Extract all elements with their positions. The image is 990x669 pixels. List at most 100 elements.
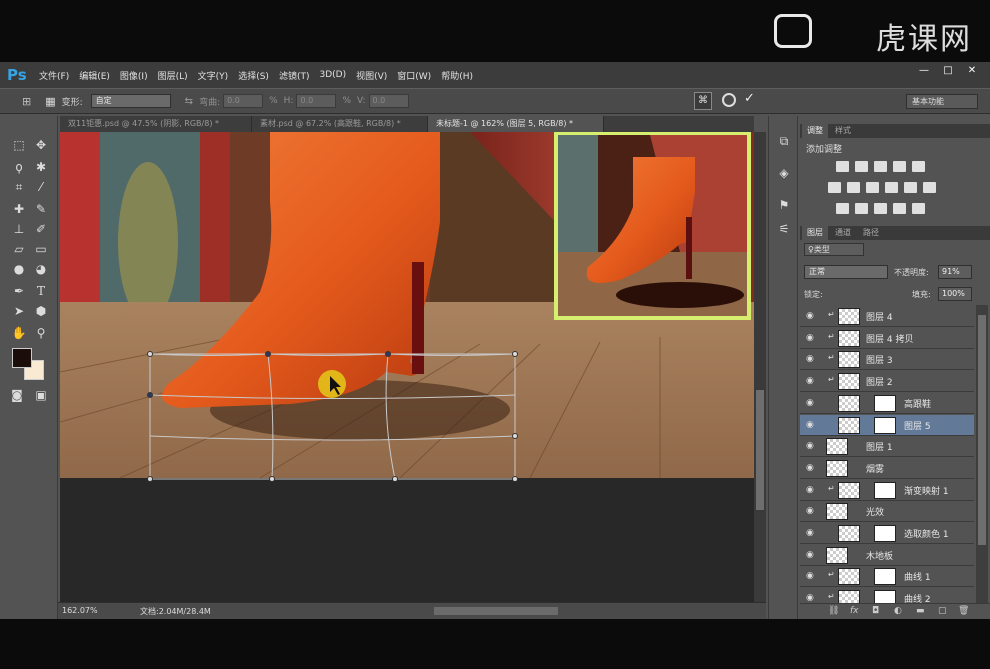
invert-icon[interactable] bbox=[836, 203, 849, 214]
type-tool-icon[interactable]: T bbox=[32, 282, 50, 300]
canvas-area[interactable] bbox=[60, 132, 754, 602]
eyedropper-tool-icon[interactable]: ⁄ bbox=[32, 178, 50, 196]
history-brush-tool-icon[interactable]: ✐ bbox=[32, 220, 50, 238]
maximize-button[interactable]: □ bbox=[942, 65, 954, 77]
opacity-field[interactable]: 91% bbox=[938, 265, 972, 279]
visibility-eye-icon[interactable]: ◉ bbox=[806, 354, 817, 364]
visibility-eye-icon[interactable]: ◉ bbox=[806, 398, 817, 408]
new-group-icon[interactable]: ▬ bbox=[916, 606, 925, 616]
menu-type[interactable]: 文字(Y) bbox=[198, 69, 229, 82]
shape-tool-icon[interactable]: ⬢ bbox=[32, 302, 50, 320]
cancel-icon[interactable] bbox=[722, 93, 736, 107]
tool-presets-icon[interactable]: ⚟ bbox=[775, 220, 793, 238]
move-tool-icon[interactable]: ✥ bbox=[32, 136, 50, 154]
color-lookup-icon[interactable] bbox=[923, 182, 936, 193]
crop-tool-icon[interactable]: ⌗ bbox=[10, 178, 28, 196]
layer-mask-thumbnail[interactable] bbox=[874, 525, 896, 542]
tab-layers[interactable]: 图层 bbox=[802, 226, 828, 240]
new-layer-icon[interactable]: ▢ bbox=[938, 606, 947, 616]
layer-row[interactable]: ◉ 木地板 bbox=[800, 544, 974, 566]
layers-scrollbar[interactable] bbox=[976, 305, 988, 605]
add-mask-icon[interactable]: ◘ bbox=[872, 606, 879, 616]
new-adjustment-icon[interactable]: ◐ bbox=[894, 606, 902, 616]
eraser-tool-icon[interactable]: ▱ bbox=[10, 240, 28, 258]
layer-row[interactable]: ◉ ↵ 图层 2 bbox=[800, 371, 974, 393]
threshold-icon[interactable] bbox=[874, 203, 887, 214]
menu-window[interactable]: 窗口(W) bbox=[397, 69, 431, 82]
layer-row[interactable]: ◉ 烟雾 bbox=[800, 457, 974, 479]
layer-row[interactable]: ◉ ↵ 图层 3 bbox=[800, 349, 974, 371]
reference-point-icon[interactable]: ▦ bbox=[45, 95, 55, 108]
warp-orientation-icon[interactable]: ⇆ bbox=[185, 96, 193, 107]
tab-paths[interactable]: 路径 bbox=[858, 226, 884, 240]
brush-presets-icon[interactable]: ⚑ bbox=[775, 196, 793, 214]
tab-untitled-1[interactable]: 未标题-1 @ 162% (图层 5, RGB/8) * bbox=[428, 116, 604, 132]
close-button[interactable]: ✕ bbox=[966, 65, 978, 77]
h-field[interactable]: 0.0 bbox=[296, 94, 337, 108]
selective-color-icon[interactable] bbox=[912, 203, 925, 214]
channel-mixer-icon[interactable] bbox=[904, 182, 917, 193]
brush-tool-icon[interactable]: ✎ bbox=[32, 200, 50, 218]
tab-double11[interactable]: 双11钜惠.psd @ 47.5% (阴影, RGB/8) * bbox=[60, 116, 252, 132]
quick-mask-icon[interactable]: ◙ bbox=[8, 386, 26, 404]
tab-styles[interactable]: 样式 bbox=[830, 124, 856, 138]
minimize-button[interactable]: — bbox=[918, 65, 930, 77]
blur-tool-icon[interactable]: ● bbox=[10, 260, 28, 278]
visibility-eye-icon[interactable]: ◉ bbox=[806, 441, 817, 451]
hue-saturation-icon[interactable] bbox=[828, 182, 841, 193]
v-field[interactable]: 0.0 bbox=[368, 94, 409, 108]
visibility-eye-icon[interactable]: ◉ bbox=[806, 333, 817, 343]
gradient-map-icon[interactable] bbox=[893, 203, 906, 214]
zoom-level[interactable]: 162.07% bbox=[62, 606, 98, 615]
vertical-scroll-thumb[interactable] bbox=[756, 390, 764, 510]
path-selection-tool-icon[interactable]: ➤ bbox=[10, 302, 28, 320]
menu-edit[interactable]: 编辑(E) bbox=[79, 69, 110, 82]
layer-mask-thumbnail[interactable] bbox=[874, 416, 896, 434]
color-balance-icon[interactable] bbox=[847, 182, 860, 193]
delete-layer-icon[interactable]: 🗑 bbox=[958, 606, 969, 616]
warp-style-select[interactable]: 自定 bbox=[90, 94, 171, 108]
visibility-eye-icon[interactable]: ◉ bbox=[806, 528, 817, 538]
fx-icon[interactable]: fx bbox=[850, 606, 859, 616]
menu-view[interactable]: 视图(V) bbox=[356, 69, 387, 82]
stamp-tool-icon[interactable]: ⊥ bbox=[10, 220, 28, 238]
blend-mode-select[interactable]: 正常 bbox=[804, 265, 888, 279]
photo-filter-icon[interactable] bbox=[885, 182, 898, 193]
foreground-color-swatch[interactable] bbox=[12, 348, 32, 368]
tab-material[interactable]: 素材.psd @ 67.2% (高跟鞋, RGB/8) * bbox=[252, 116, 428, 132]
tab-channels[interactable]: 通道 bbox=[830, 226, 856, 240]
warp-tool-icon[interactable]: ⊞ bbox=[22, 95, 31, 108]
visibility-eye-icon[interactable]: ◉ bbox=[806, 420, 817, 430]
workspace-select[interactable]: 基本功能 bbox=[906, 94, 978, 109]
visibility-eye-icon[interactable]: ◉ bbox=[806, 485, 817, 495]
layer-mask-thumbnail[interactable] bbox=[874, 481, 896, 499]
lasso-tool-icon[interactable]: ϙ bbox=[10, 158, 28, 176]
menu-select[interactable]: 选择(S) bbox=[238, 69, 269, 82]
screen-mode-icon[interactable]: ▣ bbox=[32, 386, 50, 404]
marquee-tool-icon[interactable]: ⬚ bbox=[10, 136, 28, 154]
layer-row[interactable]: ◉ 图层 5 bbox=[800, 414, 974, 436]
visibility-eye-icon[interactable]: ◉ bbox=[806, 311, 817, 321]
layer-row[interactable]: ◉ ↵ 图层 4 拷贝 bbox=[800, 327, 974, 349]
exposure-icon[interactable] bbox=[893, 161, 906, 172]
layer-row[interactable]: ◉ ↵ 渐变映射 1 bbox=[800, 479, 974, 501]
layer-mask-thumbnail[interactable] bbox=[874, 394, 896, 412]
visibility-eye-icon[interactable]: ◉ bbox=[806, 550, 817, 560]
magic-wand-tool-icon[interactable]: ✱ bbox=[32, 158, 50, 176]
visibility-eye-icon[interactable]: ◉ bbox=[806, 593, 817, 603]
menu-filter[interactable]: 滤镜(T) bbox=[279, 69, 310, 82]
canvas-vertical-scrollbar[interactable] bbox=[754, 132, 766, 602]
gradient-tool-icon[interactable]: ▭ bbox=[32, 240, 50, 258]
curves-icon[interactable] bbox=[874, 161, 887, 172]
brightness-icon[interactable] bbox=[836, 161, 849, 172]
layer-row[interactable]: ◉ 高跟鞋 bbox=[800, 392, 974, 414]
pen-tool-icon[interactable]: ✒ bbox=[10, 282, 28, 300]
tab-adjustments[interactable]: 调整 bbox=[802, 124, 828, 138]
layer-row[interactable]: ◉ ↵ 曲线 1 bbox=[800, 566, 974, 588]
posterize-icon[interactable] bbox=[855, 203, 868, 214]
hand-tool-icon[interactable]: ✋ bbox=[10, 324, 28, 342]
properties-panel-icon[interactable]: ◈ bbox=[775, 164, 793, 182]
layer-filter-select[interactable]: ♀类型 bbox=[804, 243, 864, 256]
menu-file[interactable]: 文件(F) bbox=[39, 69, 69, 82]
menu-3d[interactable]: 3D(D) bbox=[319, 70, 346, 80]
